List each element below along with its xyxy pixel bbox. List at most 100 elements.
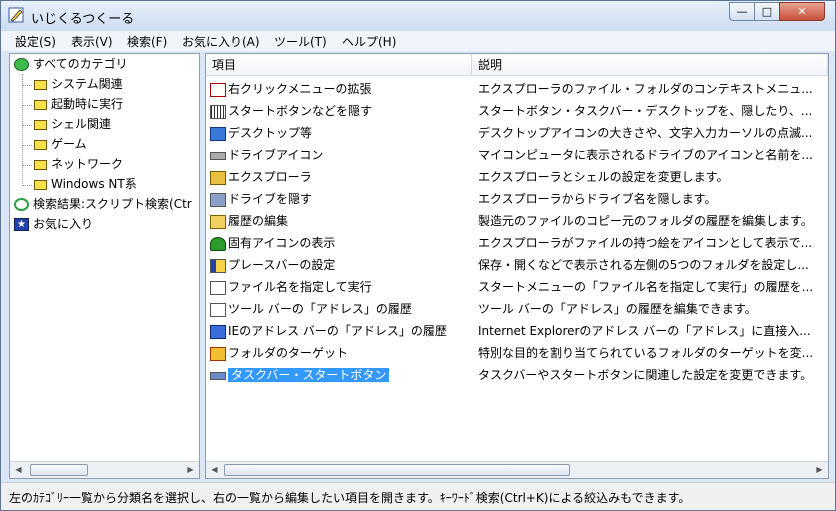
tree-item-label: 起動時に実行 <box>51 97 124 111</box>
row-name: IEのアドレス バーの「アドレス」の履歴 <box>228 324 447 338</box>
list-row[interactable]: 履歴の編集 製造元のファイルのコピー元のフォルダの履歴を編集します。 <box>206 210 828 232</box>
list-horizontal-scrollbar[interactable]: ◀ ▶ <box>206 461 828 478</box>
drive-icon <box>210 151 226 160</box>
row-name: ドライブアイコン <box>228 148 324 162</box>
app-pencil-icon <box>8 7 24 23</box>
tree-item-all-categories[interactable]: すべてのカテゴリ <box>14 54 128 74</box>
app-window: いじくるつくーる — □ ✕ 設定(S) 表示(V) 検索(F) お気に入り(A… <box>0 0 836 511</box>
scroll-left-arrow[interactable]: ◀ <box>206 462 223 478</box>
row-name: デスクトップ等 <box>228 126 313 140</box>
tree-item-windows-nt[interactable]: Windows NT系 <box>34 174 137 194</box>
list-row[interactable]: フォルダのターゲット 特別な目的を割り当てられているフォルダのターゲットを変..… <box>206 342 828 364</box>
list-row[interactable]: デスクトップ等 デスクトップアイコンの大きさや、文字入力カーソルの点滅... <box>206 122 828 144</box>
scroll-right-arrow[interactable]: ▶ <box>811 462 828 478</box>
scroll-right-arrow[interactable]: ▶ <box>182 462 199 478</box>
menu-tools[interactable]: ツール(T) <box>272 33 329 50</box>
tree-icon <box>210 236 226 251</box>
menu-bar: 設定(S) 表示(V) 検索(F) お気に入り(A) ツール(T) ヘルプ(H) <box>1 31 835 51</box>
tree-item-network[interactable]: ネットワーク <box>34 154 123 174</box>
row-name: 固有アイコンの表示 <box>228 236 336 250</box>
desktop-icon <box>210 126 226 141</box>
menu-favorites[interactable]: お気に入り(A) <box>180 33 262 50</box>
scroll-left-arrow[interactable]: ◀ <box>10 462 27 478</box>
search-icon <box>14 198 29 211</box>
tree-item-label: お気に入り <box>33 217 94 231</box>
tree-item-search-results[interactable]: 検索結果:スクリプト検索(Ctr <box>14 194 192 214</box>
folder-icon <box>34 119 47 130</box>
row-description: Internet Explorerのアドレス バーの「アドレス」に直接入... <box>478 324 811 338</box>
row-description: エクスプローラとシェルの設定を変更します。 <box>478 170 729 184</box>
row-description: マイコンピュータに表示されるドライブのアイコンと名前を... <box>478 148 813 162</box>
row-description: 保存・開くなどで表示される左側の5つのフォルダを設定し... <box>478 258 809 272</box>
tree-item-label: ネットワーク <box>51 157 124 171</box>
column-header-description[interactable]: 説明 <box>472 54 828 76</box>
menu-help[interactable]: ヘルプ(H) <box>340 33 398 50</box>
list-row[interactable]: スタートボタンなどを隠す スタートボタン・タスクバー・デスクトップを、隠したり、… <box>206 100 828 122</box>
row-name: 履歴の編集 <box>228 214 289 228</box>
menu-settings[interactable]: 設定(S) <box>13 33 58 50</box>
hide-icon <box>210 104 226 119</box>
tree-item-label: すべてのカテゴリ <box>33 57 128 71</box>
row-description: デスクトップアイコンの大きさや、文字入力カーソルの点滅... <box>478 126 813 140</box>
item-list[interactable]: 項目 説明 右クリックメニューの拡張 エクスプローラのファイル・フォルダのコンテ… <box>205 53 829 479</box>
row-description: ツール バーの「アドレス」の履歴を編集できます。 <box>478 302 757 316</box>
scroll-thumb[interactable] <box>224 464 570 476</box>
row-description: 製造元のファイルのコピー元のフォルダの履歴を編集します。 <box>478 214 813 228</box>
tree-horizontal-scrollbar[interactable]: ◀ ▶ <box>10 461 199 478</box>
list-row[interactable]: ドライブアイコン マイコンピュータに表示されるドライブのアイコンと名前を... <box>206 144 828 166</box>
row-description: 特別な目的を割り当てられているフォルダのターゲットを変... <box>478 346 814 360</box>
tree-item-startup[interactable]: 起動時に実行 <box>34 94 123 114</box>
row-name: 右クリックメニューの拡張 <box>228 82 372 96</box>
explorer-icon <box>210 170 226 185</box>
tree-item-game[interactable]: ゲーム <box>34 134 87 154</box>
places-bar-icon <box>210 258 226 273</box>
folder-icon <box>34 159 47 170</box>
tree-item-system[interactable]: システム関連 <box>34 74 123 94</box>
list-row[interactable]: ドライブを隠す エクスプローラからドライブ名を隠します。 <box>206 188 828 210</box>
drive-hide-icon <box>210 192 226 207</box>
folder-icon <box>34 139 47 150</box>
menu-search[interactable]: 検索(F) <box>125 33 169 50</box>
folder-target-icon <box>210 346 226 361</box>
tree-item-label: 検索結果:スクリプト検索(Ctr <box>33 197 192 211</box>
globe-icon <box>14 58 29 71</box>
row-name: タスクバー・スタートボタン <box>228 368 390 382</box>
history-icon <box>210 214 226 229</box>
folder-icon <box>34 79 47 90</box>
window-title: いじくるつくーる <box>31 12 135 27</box>
row-description: エクスプローラがファイルの持つ絵をアイコンとして表示で... <box>478 236 813 250</box>
minimize-button[interactable]: — <box>729 2 755 21</box>
list-row[interactable]: IEのアドレス バーの「アドレス」の履歴 Internet Explorerのア… <box>206 320 828 342</box>
tree-item-favorites[interactable]: ★ お気に入り <box>14 214 93 234</box>
tree-item-label: システム関連 <box>51 77 123 91</box>
status-bar: 左のｶﾃｺﾞﾘｰ一覧から分類名を選択し、右の一覧から編集したい項目を開きます。ｷ… <box>1 482 835 510</box>
folder-icon <box>34 179 47 190</box>
list-row[interactable]: ツール バーの「アドレス」の履歴 ツール バーの「アドレス」の履歴を編集できます… <box>206 298 828 320</box>
folder-icon <box>34 99 47 110</box>
tree-item-shell[interactable]: シェル関連 <box>34 114 111 134</box>
list-row-selected[interactable]: タスクバー・スタートボタン タスクバーやスタートボタンに関連した設定を変更できま… <box>206 364 828 386</box>
list-row[interactable]: 右クリックメニューの拡張 エクスプローラのファイル・フォルダのコンテキストメニュ… <box>206 78 828 100</box>
list-row[interactable]: 固有アイコンの表示 エクスプローラがファイルの持つ絵をアイコンとして表示で... <box>206 232 828 254</box>
star-icon: ★ <box>14 218 29 231</box>
tree-item-label: Windows NT系 <box>51 177 137 191</box>
list-row[interactable]: エクスプローラ エクスプローラとシェルの設定を変更します。 <box>206 166 828 188</box>
row-description: タスクバーやスタートボタンに関連した設定を変更できます。 <box>478 368 813 382</box>
menu-view[interactable]: 表示(V) <box>69 33 115 50</box>
list-row[interactable]: ファイル名を指定して実行 スタートメニューの「ファイル名を指定して実行」の履歴を… <box>206 276 828 298</box>
column-header-item[interactable]: 項目 <box>206 54 472 76</box>
row-name: ドライブを隠す <box>228 192 313 206</box>
maximize-button[interactable]: □ <box>754 2 780 21</box>
category-tree[interactable]: すべてのカテゴリ システム関連 起動時に実行 シェル関連 ゲーム ネットワーク … <box>9 53 200 479</box>
row-description: スタートメニューの「ファイル名を指定して実行」の履歴を... <box>478 280 814 294</box>
row-name: スタートボタンなどを隠す <box>228 104 373 118</box>
run-icon <box>210 280 226 295</box>
status-text: 左のｶﾃｺﾞﾘｰ一覧から分類名を選択し、右の一覧から編集したい項目を開きます。ｷ… <box>9 491 691 505</box>
row-name: プレースバーの設定 <box>228 258 336 272</box>
list-row[interactable]: プレースバーの設定 保存・開くなどで表示される左側の5つのフォルダを設定し... <box>206 254 828 276</box>
close-button[interactable]: ✕ <box>779 2 825 21</box>
title-bar[interactable]: いじくるつくーる — □ ✕ <box>1 1 835 31</box>
row-name: エクスプローラ <box>228 170 312 184</box>
scroll-thumb[interactable] <box>30 464 88 476</box>
tree-item-label: シェル関連 <box>51 117 112 131</box>
